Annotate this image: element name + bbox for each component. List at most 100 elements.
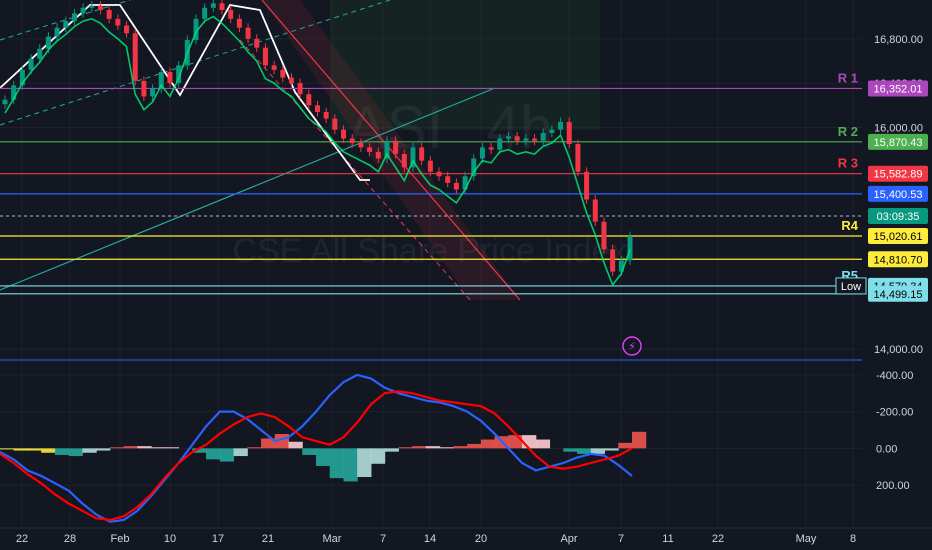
- candle-body: [592, 199, 598, 222]
- time-tick: 14: [424, 533, 436, 545]
- candle-body: [445, 176, 451, 183]
- level-tag-value: 15,870.43: [874, 137, 923, 149]
- level-name: R 1: [838, 70, 858, 85]
- time-tick: 8: [850, 533, 856, 545]
- candle-body: [71, 13, 77, 22]
- level-tag-value: 15,582.89: [874, 169, 923, 181]
- histogram-bar: [384, 448, 399, 452]
- histogram-bar: [343, 448, 358, 482]
- candle-body: [280, 69, 286, 78]
- histogram-bar: [329, 448, 344, 479]
- candle-body: [132, 33, 138, 81]
- candle-body: [479, 147, 485, 159]
- candle-body: [401, 154, 407, 168]
- histogram-bar: [247, 447, 262, 449]
- time-tick: Apr: [560, 533, 577, 545]
- candle-body: [37, 48, 43, 59]
- candle-body: [97, 5, 103, 10]
- histogram-bar: [96, 448, 111, 451]
- candle-body: [367, 147, 373, 152]
- time-tick: 10: [164, 533, 176, 545]
- histogram-bar: [288, 441, 303, 449]
- candle-body: [349, 138, 355, 143]
- histogram-bar: [54, 448, 70, 455]
- time-tick: 11: [662, 533, 673, 545]
- time-tick: 20: [475, 533, 487, 545]
- oscillator-tick: -400.00: [876, 370, 913, 382]
- price-tick: 16,800.00: [874, 34, 923, 46]
- candle-body: [315, 105, 320, 112]
- low-label: Low: [841, 281, 861, 293]
- histogram-bar: [68, 448, 83, 457]
- oscillator-tick: -200.00: [876, 407, 913, 419]
- candle-body: [488, 147, 494, 150]
- candle-body: [514, 136, 520, 141]
- candle-body: [2, 99, 8, 105]
- histogram-bar: [206, 448, 221, 460]
- candle-body: [228, 9, 234, 19]
- candle-body: [610, 249, 616, 272]
- candle-body: [63, 21, 69, 28]
- time-tick: 7: [380, 533, 386, 545]
- candle-body: [419, 147, 425, 161]
- price-tick: 16,000.00: [874, 122, 923, 134]
- candle-body: [167, 72, 173, 84]
- histogram-bar: [453, 446, 468, 449]
- time-tick: Feb: [111, 533, 130, 545]
- candle-body: [150, 88, 156, 97]
- histogram-bar: [480, 439, 496, 449]
- price-chart[interactable]: ASI 4h CSE All Share Price Index R 1R 2R…: [0, 0, 932, 550]
- histogram-bar: [13, 448, 28, 451]
- time-axis[interactable]: 22 28 Feb 10 17 21 Mar 7 14 20 Apr 7 11 22 May 8: [0, 527, 932, 550]
- histogram-bar: [357, 448, 372, 478]
- level-tag-value: 14,499.15: [874, 289, 923, 301]
- histogram-bar: [398, 447, 413, 449]
- histogram-bar: [632, 431, 647, 449]
- candle-body: [236, 18, 242, 28]
- candle-body: [601, 221, 607, 250]
- candle-body: [202, 7, 208, 19]
- candle-body: [89, 5, 95, 8]
- histogram-bar: [0, 448, 15, 450]
- candle-body: [80, 7, 86, 14]
- level-tag-value: 16,352.01: [874, 83, 923, 95]
- candle-body: [627, 236, 633, 261]
- price-tick: 14,000.00: [874, 344, 923, 356]
- time-tick: 22: [712, 533, 724, 545]
- price-axis[interactable]: 16,800.0016,400.0016,000.0015,200.0014,0…: [862, 0, 932, 550]
- candle-body: [540, 133, 546, 141]
- histogram-bar: [618, 442, 633, 449]
- candle-body: [141, 80, 147, 97]
- candle-body: [254, 38, 260, 48]
- time-tick: 22: [16, 533, 28, 545]
- candle-body: [549, 129, 555, 134]
- histogram-bar: [151, 447, 166, 449]
- level-name: R4: [841, 218, 858, 233]
- candle-body: [332, 118, 338, 130]
- histogram-bar: [41, 448, 56, 453]
- histogram-bar: [109, 447, 125, 449]
- time-tick: 17: [212, 533, 224, 545]
- candle-body: [210, 3, 216, 8]
- histogram-bar: [137, 446, 152, 449]
- histogram-bar: [563, 448, 578, 452]
- candle-body: [219, 3, 225, 10]
- candle-body: [28, 58, 34, 70]
- candle-body: [584, 171, 590, 200]
- oscillator-tick: 0.00: [876, 443, 897, 455]
- level-name: R 3: [838, 156, 858, 171]
- histogram-bar: [219, 448, 235, 462]
- candle-body: [306, 94, 312, 106]
- candle-body: [558, 121, 564, 130]
- candle-body: [505, 136, 511, 139]
- candle-body: [375, 151, 381, 159]
- histogram-bar: [316, 448, 331, 466]
- histogram-bar: [164, 447, 180, 449]
- histogram-bar: [233, 448, 248, 457]
- histogram-bar: [577, 448, 592, 454]
- watermark-interval: 4h: [487, 94, 554, 161]
- candle-body: [453, 182, 459, 190]
- candle-body: [115, 18, 121, 26]
- lightning-icon-glyph: ⚡: [628, 341, 636, 353]
- time-tick: 7: [618, 533, 624, 545]
